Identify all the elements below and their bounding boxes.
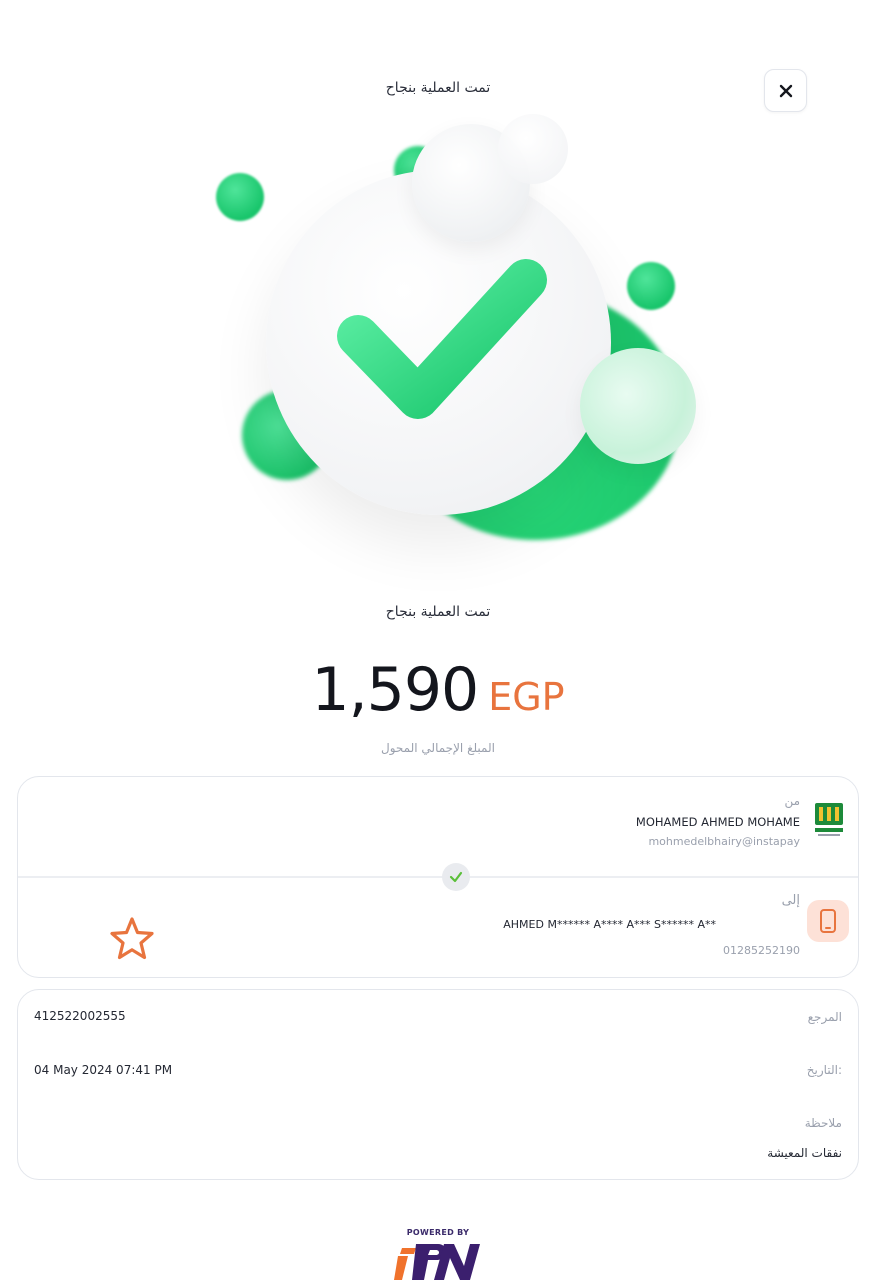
date-value: 04 May 2024 07:41 PM (34, 1063, 173, 1077)
recipient-phone: 01285252190 (723, 944, 800, 957)
decor-bubble (580, 348, 696, 464)
sender-address: mohmedelbhairy@instapay (648, 835, 800, 848)
transfer-check-icon (442, 863, 470, 891)
sender-name: MOHAMED AHMED MOHAME (635, 815, 800, 829)
decor-green-dot (216, 173, 264, 221)
star-icon[interactable] (108, 915, 156, 963)
decor-bubble (498, 114, 568, 184)
ipn-logo-icon (394, 1244, 480, 1280)
reference-value: 412522002555 (34, 1009, 126, 1023)
transfer-parties-card: من MOHAMED AHMED MOHAME mohmedelbhairy@i… (17, 776, 859, 978)
powered-by-text: POWERED BY (406, 1228, 470, 1237)
bank-logo-icon (815, 803, 843, 836)
transaction-details-card: المرجع 412522002555 التاريخ: 04 May 2024… (17, 989, 859, 1180)
divider (18, 876, 858, 878)
amount-currency: EGP (488, 675, 565, 719)
date-label: التاريخ: (806, 1063, 842, 1077)
decor-green-dot (627, 262, 675, 310)
amount-value: 1,590 (311, 655, 479, 725)
page-title: تمت العملية بنجاح (385, 80, 491, 96)
success-checkmark-icon (337, 259, 547, 419)
status-message: تمت العملية بنجاح (385, 604, 491, 620)
close-icon (779, 84, 792, 97)
recipient-name: AHMED M****** A**** A*** S****** A** (503, 918, 716, 931)
note-label: ملاحظة (804, 1116, 842, 1130)
close-button[interactable] (764, 69, 807, 112)
amount-display: 1,590 EGP (0, 655, 876, 725)
amount-caption: المبلغ الإجمالي المحول (381, 741, 495, 755)
to-label: إلى (781, 893, 800, 908)
note-value: نفقات المعيشة (767, 1146, 842, 1160)
mobile-phone-icon (807, 900, 849, 942)
from-label: من (784, 794, 800, 808)
success-illustration (180, 110, 740, 580)
reference-label: المرجع (807, 1010, 842, 1024)
